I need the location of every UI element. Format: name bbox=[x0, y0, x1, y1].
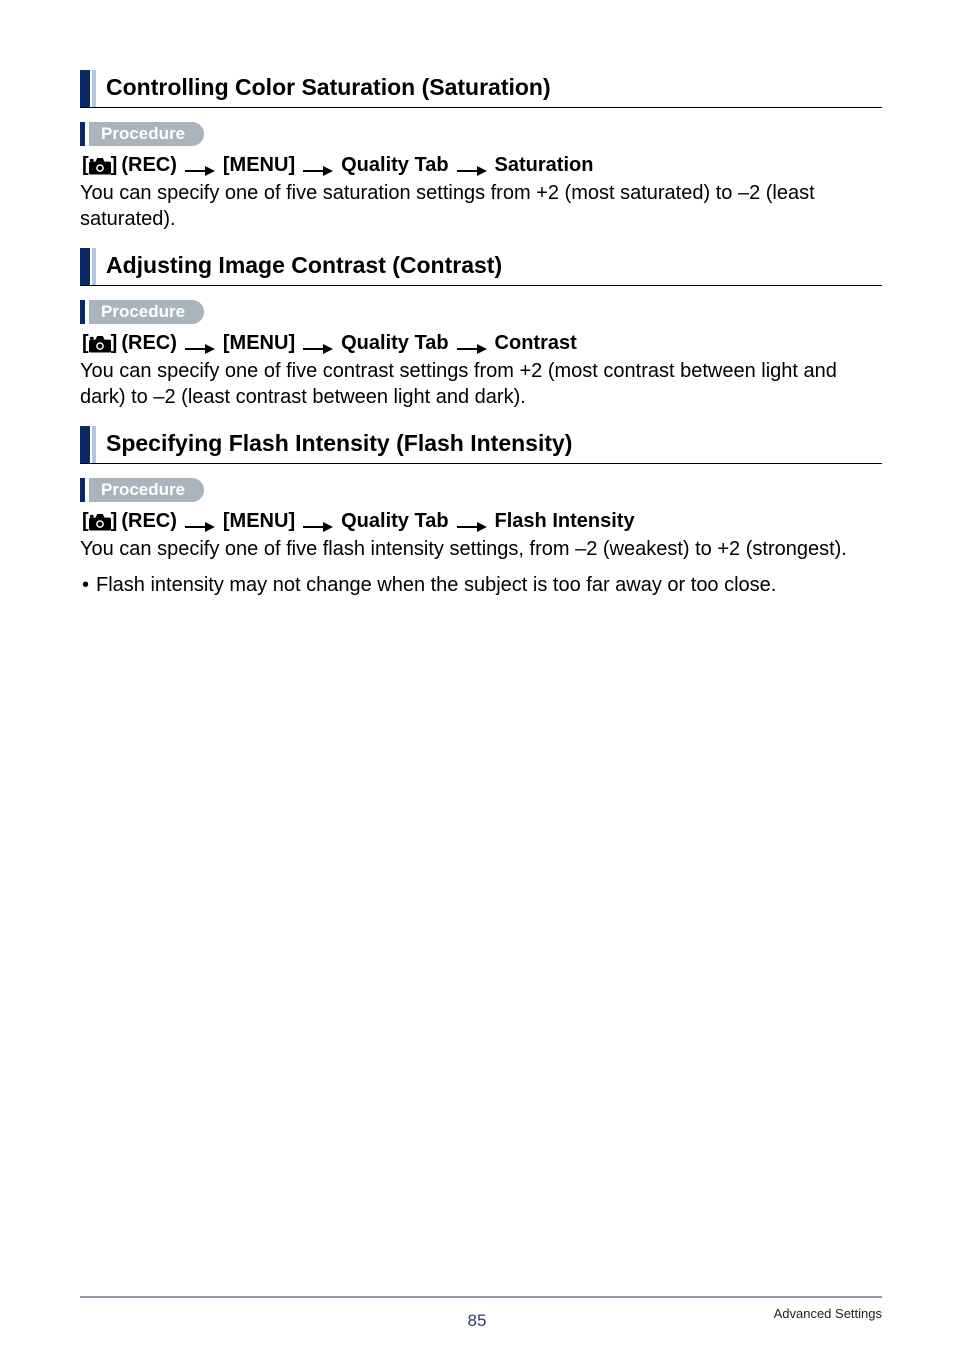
crumb-last: Flash Intensity bbox=[495, 510, 635, 533]
section-heading-saturation: Controlling Color Saturation (Saturation… bbox=[80, 70, 882, 108]
bullet-line: •Flash intensity may not change when the… bbox=[80, 573, 882, 599]
menu-label: [MENU] bbox=[223, 332, 295, 355]
heading-accent-bar-light bbox=[92, 426, 96, 463]
procedure-pill: Procedure bbox=[89, 478, 203, 502]
section-heading-flash: Specifying Flash Intensity (Flash Intens… bbox=[80, 426, 882, 464]
bracket-close: ] bbox=[111, 332, 118, 355]
bracket-open: [ bbox=[82, 154, 89, 177]
section-paragraph: You can specify one of five saturation s… bbox=[80, 181, 882, 232]
procedure-accent-bar bbox=[80, 478, 85, 502]
section-title: Controlling Color Saturation (Saturation… bbox=[106, 70, 551, 107]
rec-camera-icon bbox=[89, 158, 111, 174]
arrow-icon bbox=[185, 160, 215, 172]
arrow-icon bbox=[303, 516, 333, 528]
arrow-icon bbox=[457, 338, 487, 350]
rec-label: (REC) bbox=[121, 154, 177, 177]
procedure-label-row: Procedure bbox=[80, 300, 882, 324]
footer-divider bbox=[80, 1296, 882, 1298]
breadcrumb-saturation: [ ] (REC) [MENU] Quality Tab Saturation bbox=[82, 154, 882, 177]
page-number: 85 bbox=[468, 1311, 487, 1331]
bracket-open: [ bbox=[82, 510, 89, 533]
arrow-icon bbox=[185, 338, 215, 350]
rec-label: (REC) bbox=[121, 332, 177, 355]
menu-label: [MENU] bbox=[223, 154, 295, 177]
crumb-last: Saturation bbox=[495, 154, 594, 177]
menu-label: [MENU] bbox=[223, 510, 295, 533]
section-heading-contrast: Adjusting Image Contrast (Contrast) bbox=[80, 248, 882, 286]
arrow-icon bbox=[303, 338, 333, 350]
procedure-label-row: Procedure bbox=[80, 122, 882, 146]
bracket-close: ] bbox=[111, 510, 118, 533]
procedure-pill: Procedure bbox=[89, 122, 203, 146]
heading-accent-bar-light bbox=[92, 248, 96, 285]
heading-accent-bar-light bbox=[92, 70, 96, 107]
arrow-icon bbox=[303, 160, 333, 172]
arrow-icon bbox=[457, 516, 487, 528]
procedure-pill: Procedure bbox=[89, 300, 203, 324]
bracket-close: ] bbox=[111, 154, 118, 177]
arrow-icon bbox=[457, 160, 487, 172]
quality-tab-label: Quality Tab bbox=[341, 154, 448, 177]
rec-label: (REC) bbox=[121, 510, 177, 533]
section-title: Adjusting Image Contrast (Contrast) bbox=[106, 248, 502, 285]
breadcrumb-flash: [ ] (REC) [MENU] Quality Tab Flash Inten… bbox=[82, 510, 882, 533]
bullet-dot: • bbox=[82, 573, 96, 599]
breadcrumb-contrast: [ ] (REC) [MENU] Quality Tab Contrast bbox=[82, 332, 882, 355]
procedure-label-row: Procedure bbox=[80, 478, 882, 502]
procedure-label: Procedure bbox=[101, 124, 185, 144]
footer-section-label: Advanced Settings bbox=[774, 1306, 882, 1321]
arrow-icon bbox=[185, 516, 215, 528]
heading-accent-bar bbox=[80, 70, 90, 107]
quality-tab-label: Quality Tab bbox=[341, 510, 448, 533]
bullet-text: Flash intensity may not change when the … bbox=[96, 574, 776, 596]
section-title: Specifying Flash Intensity (Flash Intens… bbox=[106, 426, 572, 463]
quality-tab-label: Quality Tab bbox=[341, 332, 448, 355]
procedure-accent-bar bbox=[80, 122, 85, 146]
section-paragraph: You can specify one of five flash intens… bbox=[80, 537, 882, 563]
heading-accent-bar bbox=[80, 248, 90, 285]
crumb-last: Contrast bbox=[495, 332, 577, 355]
section-paragraph: You can specify one of five contrast set… bbox=[80, 359, 882, 410]
rec-camera-icon bbox=[89, 514, 111, 530]
procedure-label: Procedure bbox=[101, 302, 185, 322]
bracket-open: [ bbox=[82, 332, 89, 355]
rec-camera-icon bbox=[89, 336, 111, 352]
procedure-accent-bar bbox=[80, 300, 85, 324]
heading-accent-bar bbox=[80, 426, 90, 463]
procedure-label: Procedure bbox=[101, 480, 185, 500]
